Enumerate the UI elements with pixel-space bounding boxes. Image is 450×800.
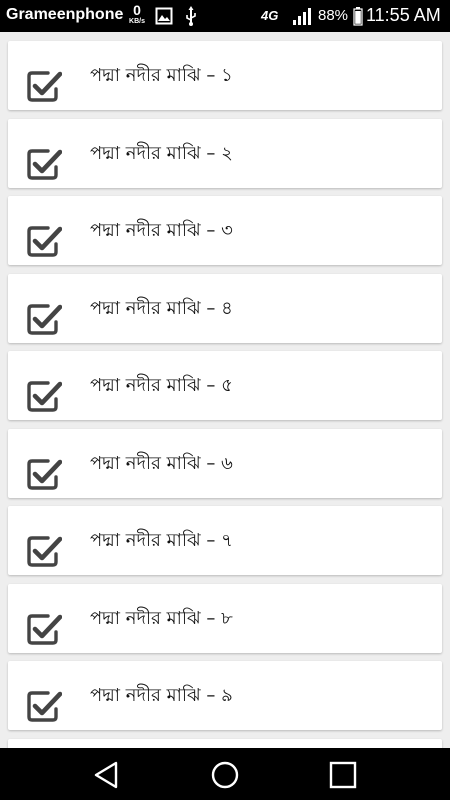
network-type: 4G: [261, 8, 279, 23]
list-item-title: পদ্মা নদীর মাঝি – ৯: [90, 685, 233, 706]
checkbox-checked-icon[interactable]: [26, 379, 63, 413]
list-item-title: পদ্মা নদীর মাঝি – ৫: [90, 375, 233, 396]
list-item-title: পদ্মা নদীর মাঝি – ৩: [90, 220, 233, 241]
list-item-title: পদ্মা নদীর মাঝি – ৬: [90, 452, 233, 474]
list-item[interactable]: পদ্মা নদীর মাঝি – ২: [8, 118, 442, 188]
list-item-title: পদ্মা নদীর মাঝি – ৮: [90, 607, 233, 629]
battery-percent: 88%: [318, 7, 349, 24]
network-speed-unit: KB/s: [129, 18, 145, 25]
list-item[interactable]: পদ্মা নদীর মাঝি – ৩: [8, 196, 442, 265]
chapter-list[interactable]: পদ্মা নদীর মাঝি – ১ পদ্মা নদীর মাঝি – ২ পদ…: [0, 32, 450, 748]
list-item[interactable]: পদ্মা নদীর মাঝি – ৪: [8, 273, 442, 343]
list-item-title: পদ্মা নদীর মাঝি – ১: [90, 65, 233, 86]
network-speed-value: 0: [133, 2, 141, 18]
list-item-title: পদ্মা নদীর মাঝি – ৭: [90, 530, 233, 551]
list-item-title: পদ্মা নদীর মাঝি – ২: [90, 142, 233, 164]
back-icon[interactable]: [92, 760, 122, 790]
home-icon[interactable]: [210, 760, 240, 790]
checkbox-checked-icon[interactable]: [26, 612, 63, 646]
network-speed: 0 KB/s: [126, 3, 148, 25]
checkbox-checked-icon[interactable]: [26, 534, 63, 568]
checkbox-checked-icon[interactable]: [26, 224, 63, 258]
checkbox-checked-icon[interactable]: [26, 69, 63, 103]
recents-icon[interactable]: [328, 760, 358, 790]
battery-icon: [353, 7, 363, 26]
list-item[interactable]: পদ্মা নদীর মাঝি – ৫: [8, 351, 442, 420]
list-item[interactable]: পদ্মা নদীর মাঝি – ৯: [8, 661, 442, 730]
list-item[interactable]: পদ্মা নদীর মাঝি – ৮: [8, 583, 442, 653]
usb-icon: [186, 6, 196, 26]
list-item[interactable]: পদ্মা নদীর মাঝি – ৭: [8, 506, 442, 575]
checkbox-checked-icon[interactable]: [26, 147, 63, 181]
carrier-name: Grameenphone: [6, 6, 124, 23]
checkbox-checked-icon[interactable]: [26, 689, 63, 723]
status-bar: Grameenphone 0 KB/s 4G 88% 11:55 AM: [0, 0, 450, 32]
list-item-partial[interactable]: [8, 738, 442, 748]
clock: 11:55 AM: [366, 5, 441, 25]
list-item[interactable]: পদ্মা নদীর মাঝি – ১: [8, 41, 442, 110]
list-item-title: পদ্মা নদীর মাঝি – ৪: [90, 297, 233, 319]
checkbox-checked-icon[interactable]: [26, 302, 63, 336]
signal-icon: [293, 8, 311, 25]
checkbox-checked-icon[interactable]: [26, 457, 63, 491]
image-icon: [155, 7, 173, 25]
list-item[interactable]: পদ্মা নদীর মাঝি – ৬: [8, 428, 442, 498]
navigation-bar: [0, 748, 450, 800]
